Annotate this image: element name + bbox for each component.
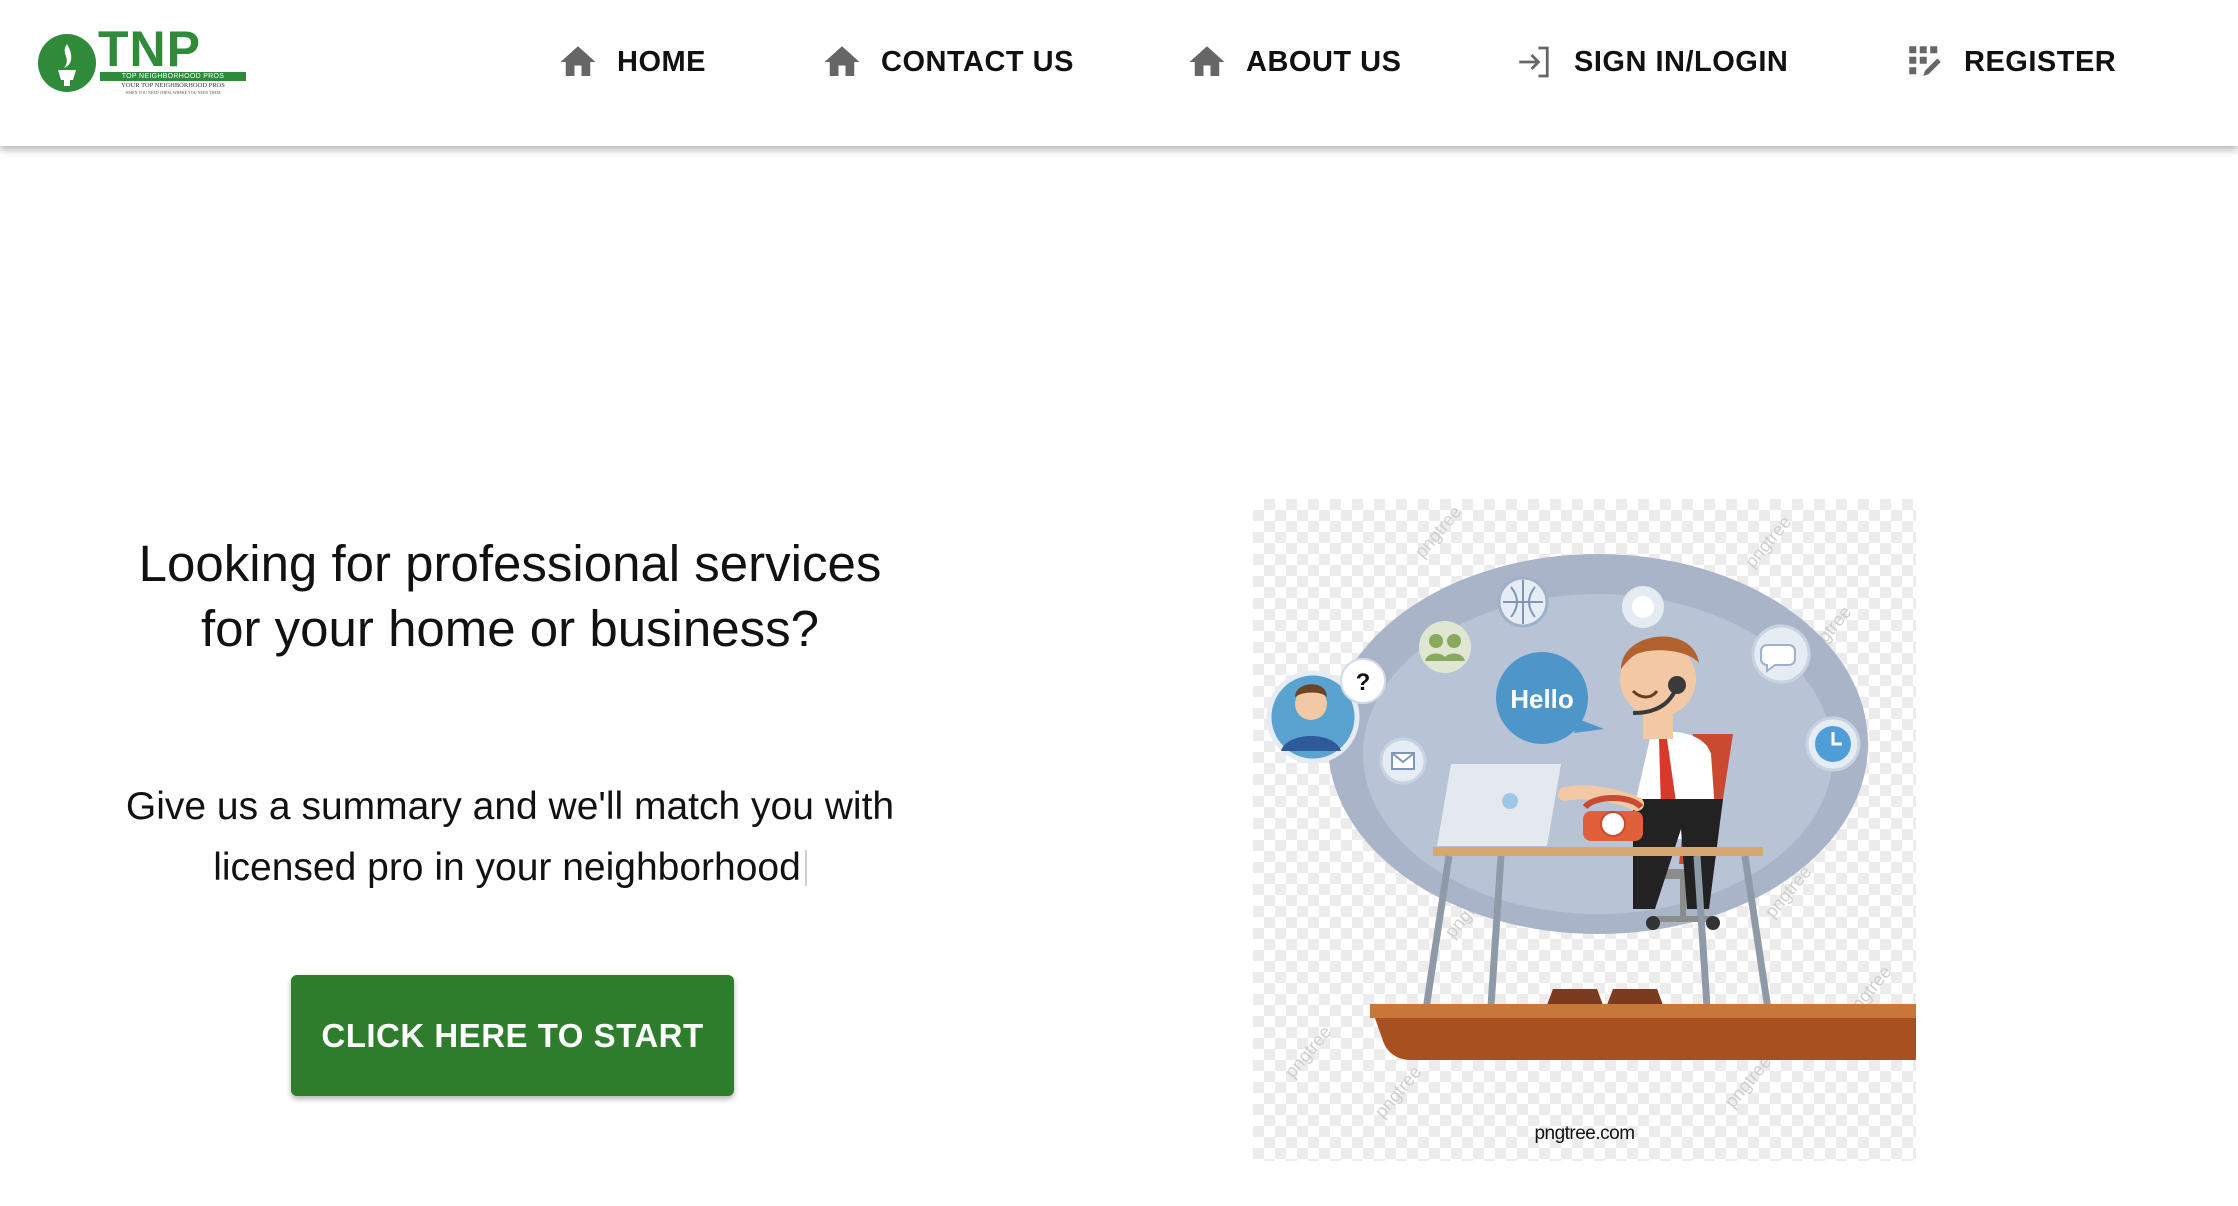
- hero-illustration: pngtree pngtree pngtree pngtree pngtree …: [1253, 499, 1916, 1161]
- hero-subtext-text: Give us a summary and we'll match you wi…: [125, 785, 895, 889]
- desk: [1433, 847, 1763, 856]
- start-button[interactable]: CLICK HERE TO START: [291, 975, 734, 1096]
- illustration-caption: pngtree.com: [1534, 1123, 1635, 1144]
- hello-text: Hello: [1510, 684, 1574, 714]
- home-icon: [1189, 46, 1225, 76]
- svg-text:pngtree: pngtree: [1281, 1022, 1336, 1082]
- nav-home-label: HOME: [617, 45, 706, 78]
- svg-text:pngtree: pngtree: [1741, 512, 1796, 572]
- tnp-logo[interactable]: TNP TOP NEIGHBORHOOD PROS YOUR TOP NEIGH…: [36, 24, 246, 96]
- nav-home[interactable]: HOME: [557, 38, 706, 86]
- home-icon: [824, 46, 860, 76]
- nav-about-us-label: ABOUT US: [1246, 45, 1402, 78]
- people-icon: [1419, 621, 1471, 673]
- logo-subtitle: YOUR TOP NEIGHBORHOOD PROS: [121, 82, 225, 89]
- gear-icon: [1622, 586, 1664, 628]
- hero-subtext: Give us a summary and we'll match you wi…: [100, 776, 920, 898]
- svg-text:pngtree: pngtree: [1411, 502, 1466, 562]
- laptop: [1437, 764, 1561, 846]
- nav-sign-in[interactable]: SIGN IN/LOGIN: [1514, 38, 1788, 86]
- register-icon: [1909, 46, 1941, 76]
- home-icon: [560, 46, 596, 76]
- nav-about-us[interactable]: ABOUT US: [1186, 38, 1401, 86]
- nav-register-label: REGISTER: [1964, 45, 2117, 78]
- nav-contact-us-label: CONTACT US: [881, 45, 1074, 78]
- logo-slogan: WHEN YOU NEED THEM, WHERE YOU NEED THEM: [125, 90, 221, 95]
- typing-cursor: [804, 850, 807, 886]
- svg-text:pngtree: pngtree: [1371, 1062, 1426, 1122]
- site-header: TNP TOP NEIGHBORHOOD PROS YOUR TOP NEIGH…: [0, 0, 2238, 146]
- question-mark: ?: [1356, 669, 1371, 696]
- svg-text:pngtree: pngtree: [1721, 1052, 1776, 1112]
- nav-contact-us[interactable]: CONTACT US: [821, 38, 1074, 86]
- hero-heading: Looking for professional services for yo…: [138, 535, 882, 657]
- nav-sign-in-label: SIGN IN/LOGIN: [1574, 45, 1789, 78]
- nav-register[interactable]: REGISTER: [1904, 38, 2116, 86]
- login-icon: [1519, 46, 1549, 78]
- logo-wordmark: TNP: [98, 21, 201, 77]
- torch-logo-icon: [38, 34, 96, 92]
- customer-service-illustration: pngtree pngtree pngtree pngtree pngtree …: [1266, 502, 1916, 1122]
- logo-tagline: TOP NEIGHBORHOOD PROS: [100, 72, 246, 81]
